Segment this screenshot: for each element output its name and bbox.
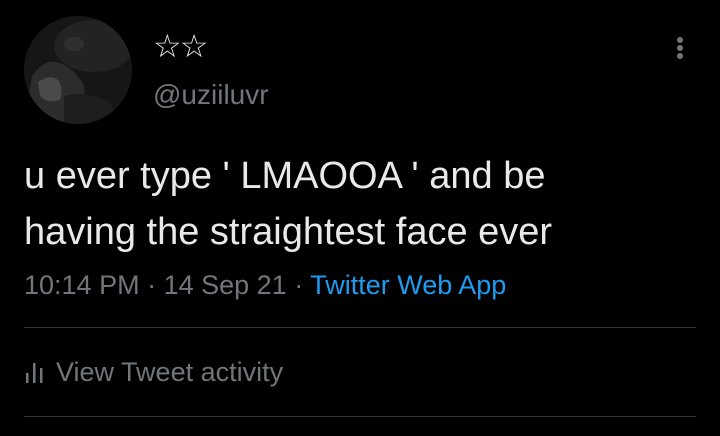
tweet-date[interactable]: 14 Sep 21 xyxy=(164,270,287,300)
tweet-text-line: having the straightest face ever xyxy=(24,211,553,253)
tweet-time[interactable]: 10:14 PM xyxy=(24,270,140,300)
tweet-text: u ever type ' LMAOOA ' and be having the … xyxy=(24,148,684,260)
view-tweet-activity-label: View Tweet activity xyxy=(56,357,284,387)
meta-separator: · xyxy=(286,270,311,300)
tweet-source-link[interactable]: Twitter Web App xyxy=(310,270,506,300)
tweet-text-line: u ever type ' LMAOOA ' and be xyxy=(24,155,546,197)
view-tweet-activity-button[interactable]: View Tweet activity xyxy=(24,350,283,394)
avatar[interactable] xyxy=(24,16,132,124)
tweet-detail: ☆☆ @uziiluvr u ever type ' LMAOOA ' and … xyxy=(0,0,720,436)
display-name[interactable]: ☆☆ xyxy=(153,26,208,66)
divider xyxy=(24,416,696,417)
meta-separator: · xyxy=(139,270,164,300)
bar-chart-icon xyxy=(26,363,43,383)
profile-photo-icon xyxy=(24,16,132,124)
tweet-meta: 10:14 PM · 14 Sep 21 · Twitter Web App xyxy=(24,266,506,304)
divider xyxy=(24,327,696,328)
handle[interactable]: @uziiluvr xyxy=(153,78,269,112)
more-options-button[interactable] xyxy=(664,30,696,66)
